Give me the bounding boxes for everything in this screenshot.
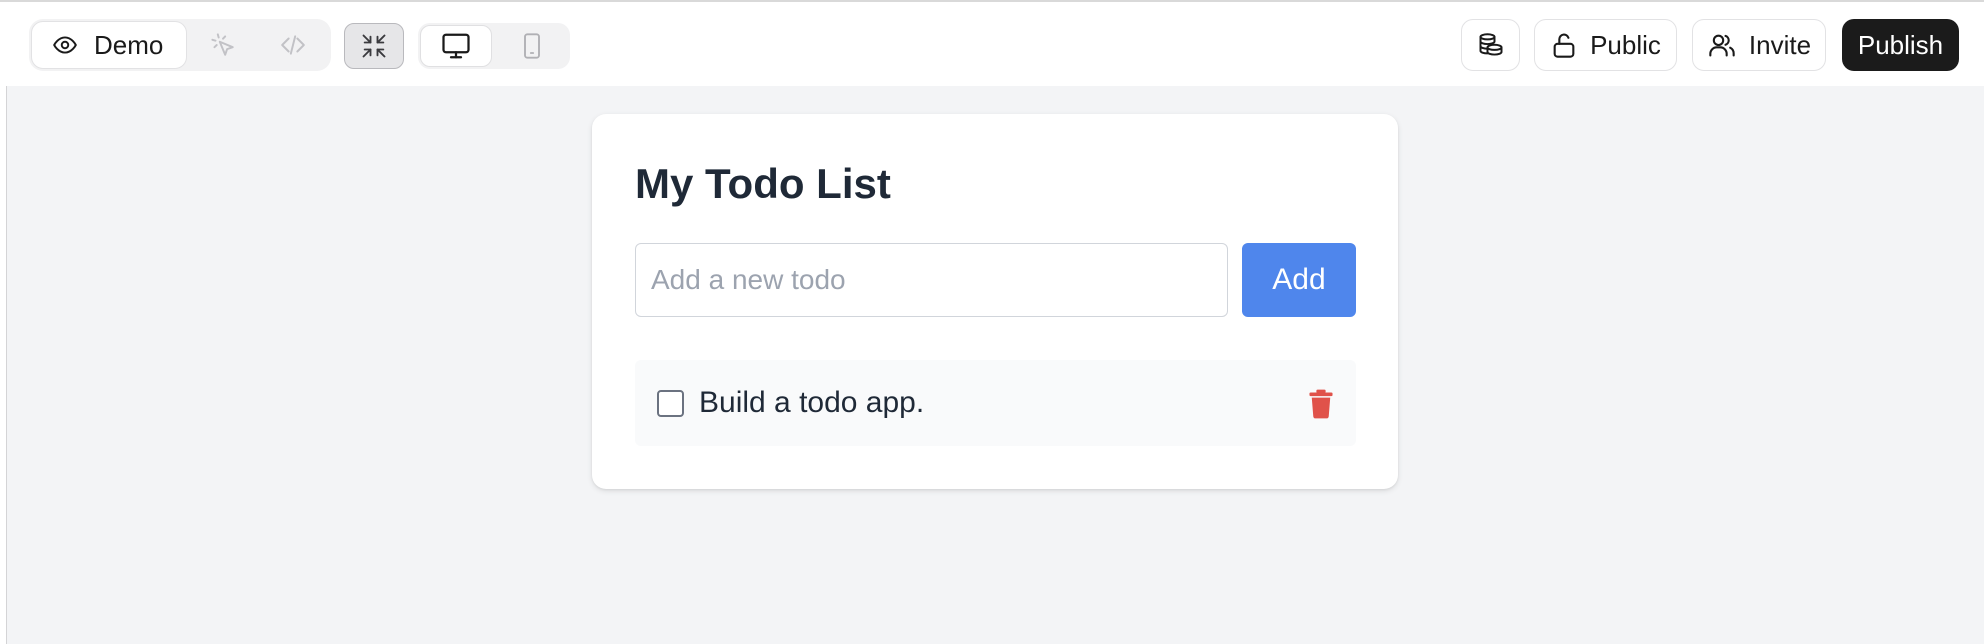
cursor-click-icon <box>210 32 236 58</box>
add-todo-button[interactable]: Add <box>1242 243 1356 317</box>
demo-mode-button[interactable]: Demo <box>31 21 187 69</box>
mode-switcher: Demo <box>29 19 331 71</box>
demo-mode-label: Demo <box>94 29 164 60</box>
invite-button[interactable]: Invite <box>1692 19 1826 71</box>
public-label: Public <box>1590 29 1661 60</box>
collapse-button[interactable] <box>344 23 404 69</box>
invite-label: Invite <box>1748 29 1812 60</box>
todo-list-item: Build a todo app. <box>635 360 1356 446</box>
top-toolbar: Demo Public Invite Publish <box>0 4 1984 86</box>
public-button[interactable]: Public <box>1534 19 1677 71</box>
select-mode-button[interactable] <box>193 21 253 69</box>
database-icon <box>1477 31 1505 59</box>
app-window: Demo Public Invite Publish My Todo List … <box>0 0 1984 644</box>
monitor-icon <box>441 31 471 61</box>
collapse-arrows-icon <box>360 32 388 60</box>
device-switcher <box>418 23 570 69</box>
page-title: My Todo List <box>635 160 891 207</box>
desktop-view-button[interactable] <box>420 25 492 67</box>
phone-icon <box>518 30 546 62</box>
mobile-view-button[interactable] <box>496 25 568 67</box>
todo-card: My Todo List Add Build a todo app. <box>592 114 1398 489</box>
trash-icon <box>1308 389 1334 419</box>
eye-icon <box>52 32 78 58</box>
code-mode-button[interactable] <box>263 21 323 69</box>
code-icon <box>279 32 307 58</box>
new-todo-input[interactable] <box>635 243 1228 317</box>
delete-todo-button[interactable] <box>1305 387 1337 421</box>
users-icon <box>1707 31 1737 59</box>
todo-checkbox[interactable] <box>657 390 684 417</box>
unlock-icon <box>1550 30 1578 60</box>
preview-canvas: My Todo List Add Build a todo app. <box>6 86 1984 644</box>
publish-button[interactable]: Publish <box>1842 19 1959 71</box>
todo-text: Build a todo app. <box>699 386 925 419</box>
database-button[interactable] <box>1461 19 1520 71</box>
